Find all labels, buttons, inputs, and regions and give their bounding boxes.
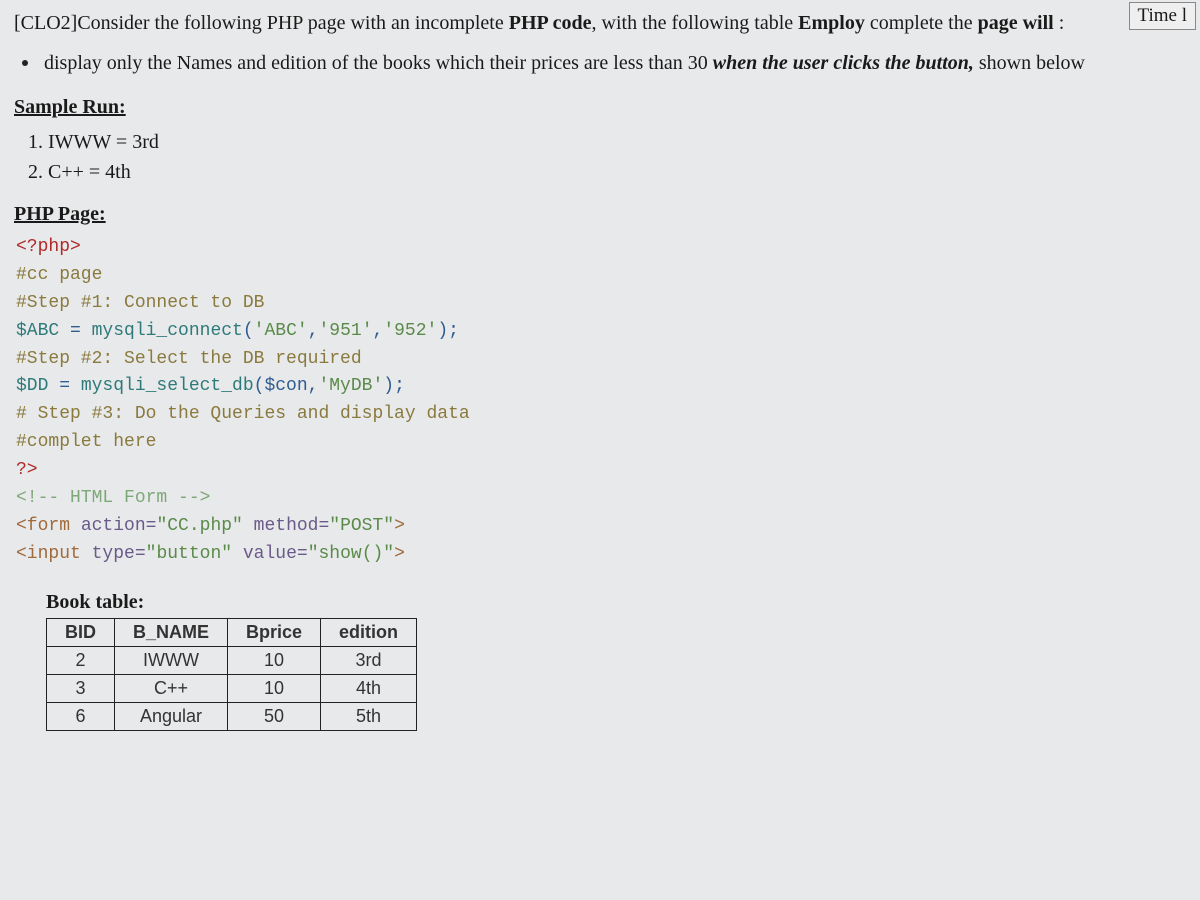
bullet-text: display only the Names and edition of th… bbox=[44, 48, 1085, 78]
sample-line-1: 1. IWWW = 3rd bbox=[28, 127, 1186, 157]
bullet-italic: when the user clicks the button, bbox=[713, 52, 974, 74]
code-l6f: ); bbox=[383, 376, 405, 396]
code-l4b: = bbox=[59, 321, 91, 341]
php-code-block: <?php> #cc page #Step #1: Connect to DB … bbox=[16, 234, 1186, 569]
code-l4c: mysqli_connect bbox=[92, 321, 243, 341]
code-l11c: "CC.php" bbox=[156, 516, 242, 536]
bullet-part2: shown below bbox=[974, 52, 1085, 74]
cell: C++ bbox=[115, 674, 228, 702]
cell: 6 bbox=[47, 702, 115, 730]
cell: 5th bbox=[321, 702, 417, 730]
exam-page: Time l [CLO2]Consider the following PHP … bbox=[0, 0, 1200, 751]
code-l6b: = bbox=[48, 376, 80, 396]
code-l11f: > bbox=[394, 516, 405, 536]
sample-run-list: 1. IWWW = 3rd 2. C++ = 4th bbox=[28, 127, 1186, 187]
code-l4f: , bbox=[308, 321, 319, 341]
table-row: 6 Angular 50 5th bbox=[47, 702, 417, 730]
code-l12d: value= bbox=[232, 544, 308, 564]
question-intro: [CLO2]Consider the following PHP page wi… bbox=[14, 8, 1116, 38]
th-edition: edition bbox=[321, 618, 417, 646]
code-l2: #cc page bbox=[16, 265, 102, 285]
code-l6e: 'MyDB' bbox=[318, 376, 383, 396]
sample-line-2: 2. C++ = 4th bbox=[28, 157, 1186, 187]
code-l4e: 'ABC' bbox=[254, 321, 308, 341]
cell: 10 bbox=[228, 674, 321, 702]
cell: 3 bbox=[47, 674, 115, 702]
code-l4g: '951' bbox=[319, 321, 373, 341]
code-l12f: > bbox=[394, 544, 405, 564]
intro-after: complete the bbox=[865, 12, 978, 34]
intro-prefix: [CLO2]Consider the following PHP page wi… bbox=[14, 12, 509, 34]
bullet-row: display only the Names and edition of th… bbox=[14, 48, 1186, 78]
code-l4d: ( bbox=[243, 321, 254, 341]
intro-tail: : bbox=[1054, 12, 1065, 34]
book-table-caption: Book table: bbox=[46, 591, 1186, 614]
cell: IWWW bbox=[115, 646, 228, 674]
th-bid: BID bbox=[47, 618, 115, 646]
code-l9: ?> bbox=[16, 460, 38, 480]
code-l4a: $ABC bbox=[16, 321, 59, 341]
cell: Angular bbox=[115, 702, 228, 730]
code-l11e: "POST" bbox=[329, 516, 394, 536]
code-l5: #Step #2: Select the DB required bbox=[16, 349, 362, 369]
time-label: Time l bbox=[1138, 5, 1187, 26]
intro-bold3: page will bbox=[978, 12, 1054, 34]
table-row: 3 C++ 10 4th bbox=[47, 674, 417, 702]
code-l1: <?php> bbox=[16, 237, 81, 257]
intro-mid: , with the following table bbox=[592, 12, 799, 34]
code-l12a: <input bbox=[16, 544, 92, 564]
table-row: 2 IWWW 10 3rd bbox=[47, 646, 417, 674]
code-l11d: method= bbox=[243, 516, 329, 536]
code-l12c: "button" bbox=[146, 544, 232, 564]
bullet-block: display only the Names and edition of th… bbox=[14, 48, 1186, 78]
th-bprice: Bprice bbox=[228, 618, 321, 646]
code-l12b: type= bbox=[92, 544, 146, 564]
cell: 3rd bbox=[321, 646, 417, 674]
code-l7: # Step #3: Do the Queries and display da… bbox=[16, 404, 470, 424]
bullet-part1: display only the Names and edition of th… bbox=[44, 52, 713, 74]
cell: 10 bbox=[228, 646, 321, 674]
code-l4h: , bbox=[373, 321, 384, 341]
time-box: Time l bbox=[1129, 2, 1196, 30]
code-l10: <!-- HTML Form --> bbox=[16, 488, 210, 508]
code-l3: #Step #1: Connect to DB bbox=[16, 293, 264, 313]
code-l11b: action= bbox=[81, 516, 157, 536]
code-l6d: ($con, bbox=[254, 376, 319, 396]
code-l6a: $DD bbox=[16, 376, 48, 396]
table-header-row: BID B_NAME Bprice edition bbox=[47, 618, 417, 646]
cell: 50 bbox=[228, 702, 321, 730]
code-l11a: <form bbox=[16, 516, 81, 536]
cell: 2 bbox=[47, 646, 115, 674]
php-page-heading: PHP Page: bbox=[14, 203, 1186, 226]
code-l4j: ); bbox=[437, 321, 459, 341]
bullet-icon bbox=[22, 60, 28, 66]
sample-run-heading: Sample Run: bbox=[14, 96, 1186, 119]
book-table: BID B_NAME Bprice edition 2 IWWW 10 3rd … bbox=[46, 618, 417, 731]
th-bname: B_NAME bbox=[115, 618, 228, 646]
code-l4i: '952' bbox=[383, 321, 437, 341]
code-l6c: mysqli_select_db bbox=[81, 376, 254, 396]
code-l8: #complet here bbox=[16, 432, 156, 452]
intro-bold2: Employ bbox=[798, 12, 865, 34]
intro-bold1: PHP code bbox=[509, 12, 592, 34]
cell: 4th bbox=[321, 674, 417, 702]
code-l12e: "show()" bbox=[308, 544, 394, 564]
